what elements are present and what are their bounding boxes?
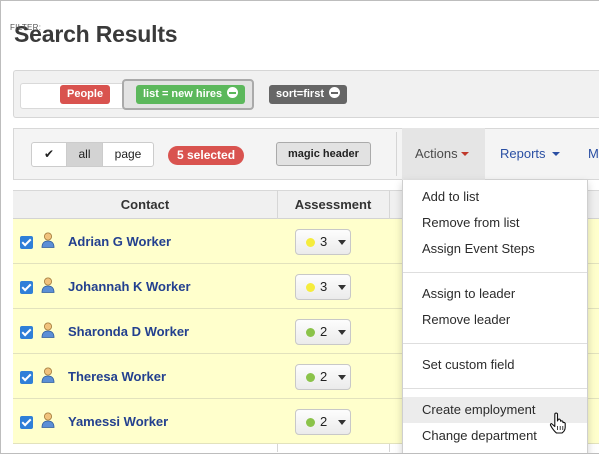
column-header-contact[interactable]: Contact: [13, 191, 277, 219]
person-icon: [41, 367, 55, 383]
score-dot-icon: [306, 418, 315, 427]
score-value: 2: [320, 369, 328, 384]
select-all-button[interactable]: all: [67, 143, 103, 166]
contact-name-link[interactable]: Sharonda D Worker: [68, 324, 189, 339]
selected-count-badge: 5 selected: [168, 146, 245, 165]
assessment-score-dropdown[interactable]: 3: [295, 274, 351, 300]
score-value: 3: [320, 279, 328, 294]
person-icon: [41, 412, 55, 428]
remove-filter-icon[interactable]: [227, 87, 239, 98]
assessment-score-dropdown[interactable]: 2: [295, 364, 351, 390]
caret-down-icon: [338, 375, 346, 380]
caret-down-icon: [460, 152, 469, 156]
actions-label: Actions: [415, 146, 458, 161]
assessment-score-dropdown[interactable]: 2: [295, 409, 351, 435]
score-value: 3: [320, 234, 328, 249]
caret-down-icon: [338, 285, 346, 290]
assessment-score-dropdown[interactable]: 2: [295, 319, 351, 345]
menu-item-set-custom-field[interactable]: Set custom field: [403, 352, 587, 378]
contact-name-link[interactable]: Theresa Worker: [68, 369, 166, 384]
caret-down-icon: [338, 330, 346, 335]
person-icon: [41, 277, 55, 293]
caret-down-icon: [338, 240, 346, 245]
reports-menu-button[interactable]: Reports: [500, 128, 560, 180]
magic-header-button[interactable]: magic header: [276, 142, 371, 166]
filter-chip-label: People: [67, 88, 104, 100]
reports-label: Reports: [500, 146, 546, 161]
row-checkbox[interactable]: [20, 281, 33, 294]
score-dot-icon: [306, 238, 315, 247]
row-checkbox[interactable]: [20, 371, 33, 384]
caret-down-icon: [551, 152, 560, 156]
assessment-score-dropdown[interactable]: 3: [295, 229, 351, 255]
filter-label: FILTER:: [10, 23, 42, 32]
contact-name-link[interactable]: Adrian G Worker: [68, 234, 171, 249]
row-checkbox[interactable]: [20, 416, 33, 429]
filter-chip-sort[interactable]: sort=first: [269, 85, 347, 104]
score-dot-icon: [306, 373, 315, 382]
more-menu-button[interactable]: M: [588, 128, 599, 180]
select-page-button[interactable]: page: [103, 143, 153, 166]
remove-filter-icon[interactable]: [329, 87, 340, 98]
menu-item-assign-event-steps[interactable]: Assign Event Steps: [403, 236, 587, 262]
menu-item-remove-leader[interactable]: Remove leader: [403, 307, 587, 333]
caret-down-icon: [338, 420, 346, 425]
score-value: 2: [320, 324, 328, 339]
column-header-assessment[interactable]: Assessment: [277, 191, 389, 219]
filter-chip-label: sort=first: [276, 88, 324, 100]
score-value: 2: [320, 414, 328, 429]
contact-name-link[interactable]: Johannah K Worker: [68, 279, 191, 294]
menu-divider: [403, 388, 587, 389]
menu-item-add-to-list[interactable]: Add to list: [403, 184, 587, 210]
hand-pointer-icon: [549, 412, 566, 434]
menu-item-remove-from-list[interactable]: Remove from list: [403, 210, 587, 236]
filter-chip-list[interactable]: list = new hires: [136, 85, 246, 104]
menu-item-assign-to-leader[interactable]: Assign to leader: [403, 281, 587, 307]
app-window: Search Results FILTER: People list = new…: [0, 0, 599, 454]
score-dot-icon: [306, 328, 315, 337]
score-dot-icon: [306, 283, 315, 292]
row-checkbox[interactable]: [20, 326, 33, 339]
menu-divider: [403, 343, 587, 344]
filter-chip-people[interactable]: People: [60, 85, 111, 104]
contact-name-link[interactable]: Yamessi Worker: [68, 414, 168, 429]
filter-chip-label: list = new hires: [143, 88, 223, 100]
actions-menu-button[interactable]: Actions: [402, 128, 485, 180]
select-check-button[interactable]: ✔: [32, 143, 67, 166]
toolbar-divider: [396, 132, 397, 176]
person-icon: [41, 232, 55, 248]
person-icon: [41, 322, 55, 338]
menu-divider: [403, 272, 587, 273]
select-segmented-control: ✔ all page: [31, 142, 154, 167]
row-checkbox[interactable]: [20, 236, 33, 249]
